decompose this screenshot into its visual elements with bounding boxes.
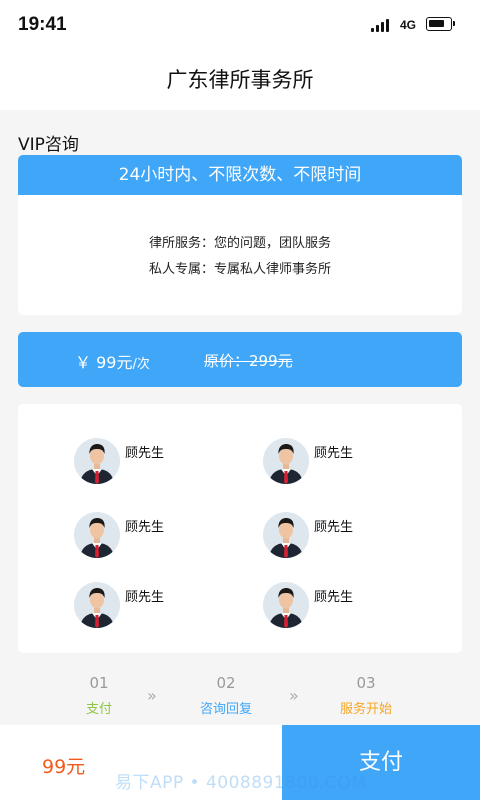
pay-button[interactable]: 支付 [282, 725, 480, 800]
lawyer-item[interactable]: 顾先生 [263, 512, 403, 558]
vip-line-service: 律所服务：您的问题，团队服务 [148, 236, 331, 251]
step-arrow-icon: » [289, 686, 299, 705]
lawyer-item[interactable]: 顾先生 [263, 438, 403, 484]
lawyer-name: 顾先生 [125, 520, 165, 535]
price-bar: ￥ 99元/次 原价：299元 [18, 332, 462, 387]
vip-description: 律所服务：您的问题，团队服务 私人专属：专属私人律师事务所 [18, 231, 462, 283]
current-price: ￥ 99元/次 [75, 349, 150, 373]
vip-card: 24小时内、不限次数、不限时间 律所服务：您的问题，团队服务 私人专属：专属私人… [18, 155, 462, 315]
lawyer-avatar [74, 512, 120, 558]
status-bar: 19:41 4G [0, 0, 480, 50]
status-time: 19:41 [18, 14, 67, 35]
network-type: 4G [400, 18, 417, 32]
vip-banner: 24小时内、不限次数、不限时间 [18, 155, 462, 195]
step-label-reply: 咨询回复 [199, 702, 252, 717]
battery-fill [429, 20, 444, 27]
original-price: 原价：299元 [204, 352, 293, 370]
page-title: 广东律所事务所 [166, 68, 314, 92]
footer-price-area: 99元 [0, 725, 282, 800]
signal-icon [371, 18, 393, 32]
lawyer-list: 顾先生 顾先生 顾先生 顾先生 顾先生 顾先生 [18, 404, 462, 653]
lawyer-name: 顾先生 [314, 446, 354, 461]
lawyer-name: 顾先生 [314, 520, 354, 535]
section-title: VIP咨询 [18, 135, 79, 155]
step-arrow-icon: » [147, 686, 157, 705]
step-label-pay: 支付 [85, 702, 112, 717]
step-number: 01 [89, 674, 109, 692]
process-steps: 01 支付 » 02 咨询回复 » 03 服务开始 [0, 670, 480, 725]
battery-icon [426, 17, 455, 31]
lawyer-name: 顾先生 [125, 446, 165, 461]
step-label-start: 服务开始 [339, 702, 392, 717]
lawyer-avatar [74, 582, 120, 628]
lawyer-avatar [74, 438, 120, 484]
step-number: 02 [216, 674, 236, 692]
lawyer-avatar [263, 582, 309, 628]
lawyer-item[interactable]: 顾先生 [74, 512, 214, 558]
nav-bar: 广东律所事务所 [0, 50, 480, 110]
lawyer-item[interactable]: 顾先生 [74, 438, 214, 484]
lawyer-avatar [263, 438, 309, 484]
lawyer-name: 顾先生 [125, 590, 165, 605]
current-price-value: ￥ 99元 [75, 353, 133, 372]
step-number: 03 [356, 674, 376, 692]
price-unit: /次 [132, 357, 150, 372]
total-price: 99元 [42, 756, 86, 778]
vip-line-private: 私人专属：专属私人律师事务所 [148, 262, 331, 277]
lawyer-avatar [263, 512, 309, 558]
lawyer-name: 顾先生 [314, 590, 354, 605]
lawyer-item[interactable]: 顾先生 [74, 582, 214, 628]
lawyer-item[interactable]: 顾先生 [263, 582, 403, 628]
footer-bar: 99元 支付 易下APP • 4008891800.COM [0, 725, 480, 800]
